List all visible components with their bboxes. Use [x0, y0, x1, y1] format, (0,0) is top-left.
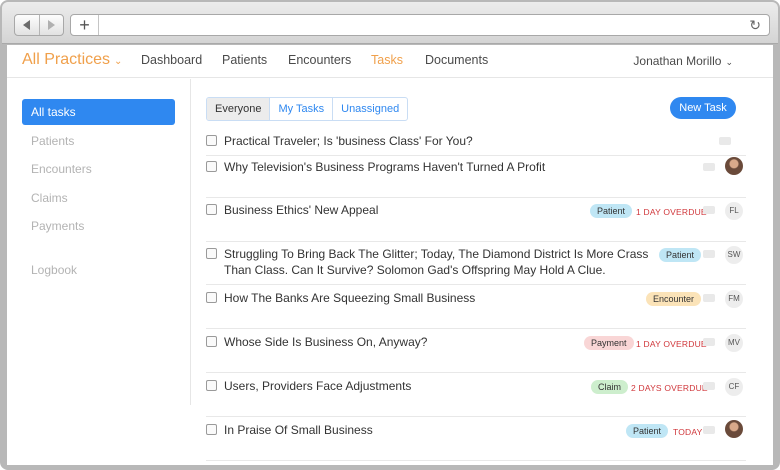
assignee-avatar[interactable]: MV	[725, 334, 743, 352]
forward-button[interactable]	[40, 15, 64, 35]
task-title[interactable]: Struggling To Bring Back The Glitter; To…	[224, 246, 654, 278]
nav-dashboard[interactable]: Dashboard	[141, 53, 202, 67]
browser-toolbar: + ↻	[2, 2, 778, 44]
sidebar-item-payments[interactable]: Payments	[22, 213, 175, 239]
task-title[interactable]: Users, Providers Face Adjustments	[224, 378, 411, 394]
nav-patients[interactable]: Patients	[222, 53, 267, 67]
sidebar: All tasks Patients Encounters Claims Pay…	[7, 79, 191, 405]
chevron-down-icon: ⌄	[114, 56, 123, 67]
new-task-button[interactable]: New Task	[670, 97, 736, 119]
new-tab-plus-icon[interactable]: +	[71, 15, 99, 35]
task-checkbox[interactable]	[206, 135, 217, 146]
history-buttons	[14, 14, 64, 36]
nav-documents[interactable]: Documents	[425, 53, 488, 67]
top-navigation: All Practices ⌄ Dashboard Patients Encoun…	[7, 45, 773, 78]
due-status: 1 DAY OVERDUE	[636, 339, 707, 349]
task-checkbox[interactable]	[206, 248, 217, 259]
practice-selector-label: All Practices	[22, 51, 111, 68]
type-badge: Patient	[659, 248, 702, 262]
app-page: All Practices ⌄ Dashboard Patients Encoun…	[7, 45, 773, 465]
task-row[interactable]: How The Banks Are Squeezing Small Busine…	[206, 290, 746, 329]
sidebar-item-claims[interactable]: Claims	[22, 185, 175, 211]
back-arrow-icon	[23, 20, 31, 30]
filter-everyone[interactable]: Everyone	[207, 98, 270, 120]
nav-encounters[interactable]: Encounters	[288, 53, 351, 67]
forward-arrow-icon	[47, 20, 55, 30]
comment-icon[interactable]	[703, 426, 715, 434]
user-menu[interactable]: Jonathan Morillo ⌄	[633, 54, 733, 68]
sidebar-item-encounters[interactable]: Encounters	[22, 156, 175, 182]
task-checkbox[interactable]	[206, 424, 217, 435]
comment-icon[interactable]	[703, 338, 715, 346]
task-checkbox[interactable]	[206, 336, 217, 347]
sidebar-item-all-tasks[interactable]: All tasks	[22, 99, 175, 125]
back-button[interactable]	[15, 15, 40, 35]
comment-icon[interactable]	[703, 206, 715, 214]
filter-my-tasks[interactable]: My Tasks	[269, 98, 332, 120]
reload-icon[interactable]: ↻	[749, 17, 761, 34]
sidebar-item-logbook[interactable]: Logbook	[22, 257, 175, 283]
nav-tasks[interactable]: Tasks	[371, 53, 403, 67]
due-status: 1 DAY OVERDUE	[636, 207, 707, 217]
practice-selector[interactable]: All Practices ⌄	[22, 51, 122, 69]
assignee-avatar[interactable]: FL	[725, 202, 743, 220]
browser-window: + ↻ All Practices ⌄ Dashboard Patients En…	[0, 0, 780, 470]
task-row[interactable]: In Praise Of Small Business Patient TODA…	[206, 420, 746, 461]
due-status: 2 DAYS OVERDUE	[631, 383, 708, 393]
assignee-avatar[interactable]: CF	[725, 378, 743, 396]
task-row[interactable]: Struggling To Bring Back The Glitter; To…	[206, 246, 746, 285]
task-checkbox[interactable]	[206, 292, 217, 303]
comment-icon[interactable]	[703, 294, 715, 302]
task-row[interactable]: Why Television's Business Programs Haven…	[206, 157, 746, 198]
task-checkbox[interactable]	[206, 380, 217, 391]
task-row[interactable]: Users, Providers Face Adjustments Claim …	[206, 378, 746, 417]
address-bar[interactable]: + ↻	[70, 14, 770, 36]
type-badge: Claim	[591, 380, 629, 394]
task-title[interactable]: How The Banks Are Squeezing Small Busine…	[224, 290, 475, 306]
comment-icon[interactable]	[703, 382, 715, 390]
comment-icon[interactable]	[703, 163, 715, 171]
sidebar-item-patients[interactable]: Patients	[22, 128, 175, 154]
task-title[interactable]: In Praise Of Small Business	[224, 422, 373, 438]
assignee-filter: Everyone My Tasks Unassigned	[206, 97, 409, 121]
type-badge: Payment	[584, 336, 634, 350]
task-title[interactable]: Whose Side Is Business On, Anyway?	[224, 334, 427, 350]
filter-unassigned[interactable]: Unassigned	[332, 98, 407, 120]
due-status: TODAY	[673, 427, 703, 437]
type-badge: Patient	[626, 424, 669, 438]
task-row[interactable]: Practical Traveler; Is 'business Class' …	[206, 133, 746, 156]
user-name: Jonathan Morillo	[633, 54, 722, 68]
assignee-avatar[interactable]	[725, 157, 743, 175]
assignee-avatar[interactable]: FM	[725, 290, 743, 308]
task-title[interactable]: Practical Traveler; Is 'business Class' …	[224, 133, 473, 149]
task-title[interactable]: Why Television's Business Programs Haven…	[224, 159, 545, 175]
comment-icon[interactable]	[719, 137, 731, 145]
type-badge: Encounter	[646, 292, 702, 306]
task-row[interactable]: Business Ethics' New Appeal Patient 1 DA…	[206, 202, 746, 242]
task-title[interactable]: Business Ethics' New Appeal	[224, 202, 378, 218]
comment-icon[interactable]	[703, 250, 715, 258]
task-checkbox[interactable]	[206, 161, 217, 172]
chevron-down-icon: ⌄	[725, 57, 733, 67]
task-row[interactable]: Whose Side Is Business On, Anyway? Payme…	[206, 334, 746, 373]
assignee-avatar[interactable]	[725, 420, 743, 438]
type-badge: Patient	[590, 204, 633, 218]
task-checkbox[interactable]	[206, 204, 217, 215]
assignee-avatar[interactable]: SW	[725, 246, 743, 264]
